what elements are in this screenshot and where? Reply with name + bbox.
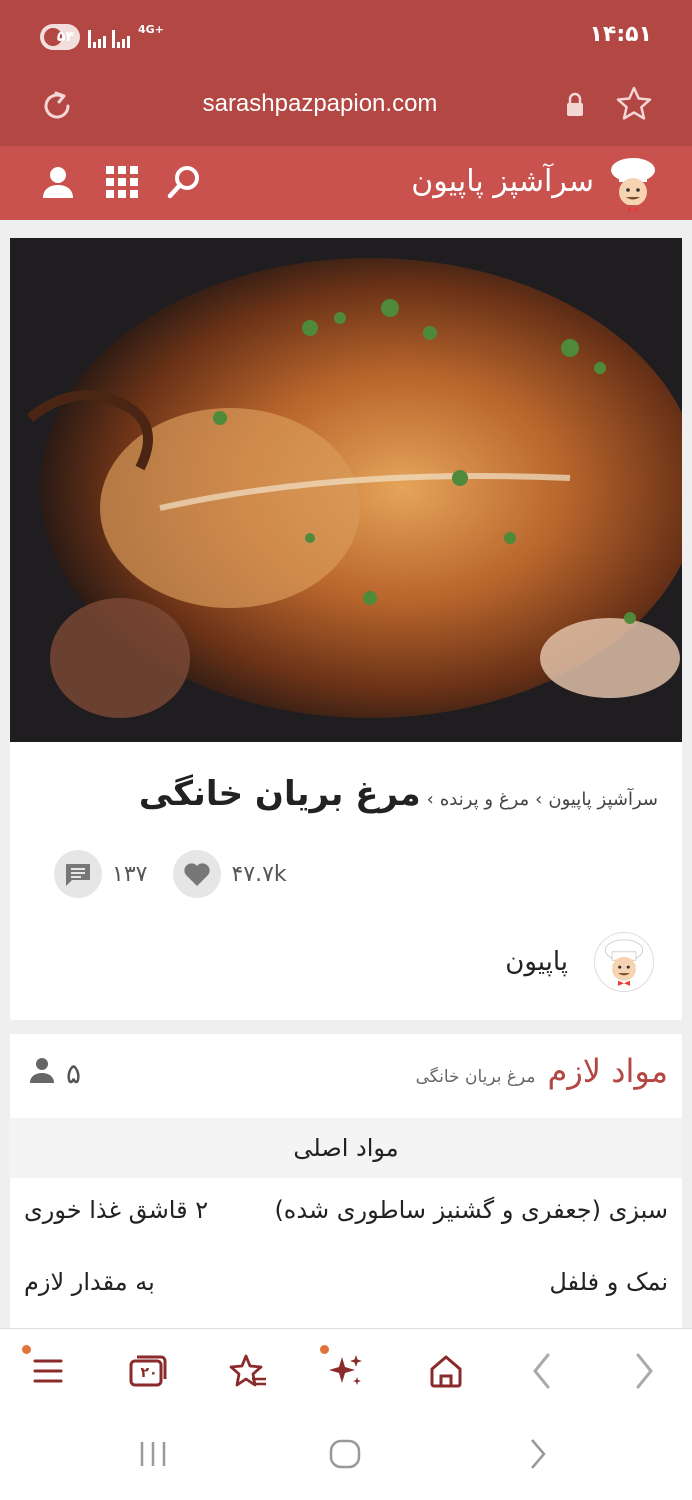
likes-value: ۴۷.۷k (231, 861, 287, 887)
search-icon[interactable] (166, 164, 202, 204)
apps-grid-icon[interactable] (104, 164, 140, 204)
site-header: سرآشپز پاپیون (0, 146, 692, 220)
ingredient-name: نمک و فلفل (549, 1268, 668, 1296)
battery-level: ۵۴ (56, 29, 74, 45)
comments-count[interactable]: ۱۳۷ (54, 850, 147, 898)
forward-chevron-icon[interactable] (624, 1351, 664, 1391)
recipe-card: سرآشپز پاپیون › مرغ و پرنده › مرغ بریان … (10, 238, 682, 1020)
url-text[interactable]: sarashpazpapion.com (150, 90, 490, 118)
author-name[interactable]: پاپیون (505, 947, 568, 977)
network-type: 4G+ (138, 23, 164, 36)
author-avatar[interactable] (594, 932, 654, 992)
browser-url-bar: sarashpazpapion.com (0, 72, 692, 146)
recipe-hero-image[interactable] (10, 238, 682, 742)
servings-count: ۵ (28, 1056, 81, 1091)
back-nav-icon[interactable] (526, 1436, 550, 1476)
breadcrumb: سرآشپز پاپیون › مرغ و پرنده › مرغ بریان … (139, 774, 658, 814)
browser-toolbar: ۲۰ (0, 1328, 692, 1414)
bookmarks-icon[interactable] (228, 1351, 268, 1391)
battery-indicator: ۵۴ (40, 24, 80, 50)
recipe-title: مرغ بریان خانگی (138, 774, 421, 814)
home-icon[interactable] (426, 1351, 466, 1391)
person-icon (28, 1056, 56, 1091)
recipe-author[interactable]: پاپیون (505, 932, 654, 992)
ingredients-heading: مواد لازم (547, 1052, 669, 1090)
user-icon[interactable] (40, 164, 76, 204)
ingredients-subtitle: مرغ بریان خانگی (415, 1067, 536, 1087)
site-title[interactable]: سرآشپز پاپیون (411, 164, 594, 199)
ingredient-name: سبزی (جعفری و گشنیز ساطوری شده) (274, 1196, 668, 1224)
back-chevron-icon[interactable] (522, 1351, 562, 1391)
recents-icon[interactable] (138, 1436, 168, 1476)
breadcrumb-separator: › (535, 789, 543, 810)
ingredients-group-title: مواد اصلی (10, 1118, 682, 1178)
chef-logo-icon[interactable] (606, 156, 660, 216)
sparkle-icon[interactable] (326, 1351, 366, 1391)
signal-icon-2 (112, 26, 130, 48)
breadcrumb-separator: › (426, 789, 434, 810)
home-button-icon[interactable] (328, 1436, 362, 1476)
system-nav-bar (0, 1414, 692, 1500)
menu-icon[interactable] (28, 1351, 68, 1391)
lock-icon[interactable] (564, 92, 586, 122)
status-bar: ۵۴ 4G+ ۱۴:۵۱ (0, 0, 692, 72)
comments-value: ۱۳۷ (112, 861, 148, 887)
notification-dot (22, 1345, 31, 1354)
breadcrumb-category[interactable]: مرغ و پرنده (440, 789, 529, 810)
heart-icon[interactable] (173, 850, 222, 898)
likes-count[interactable]: ۴۷.۷k (173, 850, 287, 898)
ingredient-row: نمک و فلفل به مقدار لازم (24, 1268, 668, 1296)
notification-dot (320, 1345, 329, 1354)
ingredient-row: سبزی (جعفری و گشنیز ساطوری شده) ۲ قاشق غ… (24, 1196, 668, 1224)
ingredient-amount: به مقدار لازم (24, 1268, 155, 1296)
servings-value: ۵ (66, 1057, 82, 1090)
comment-icon[interactable] (54, 850, 102, 898)
reload-icon[interactable] (38, 86, 78, 130)
breadcrumb-home[interactable]: سرآشپز پاپیون (548, 789, 658, 810)
clock: ۱۴:۵۱ (589, 22, 652, 47)
tabs-count: ۲۰ (140, 1365, 158, 1381)
ingredients-card: مواد لازم مرغ بریان خانگی ۵ مواد اصلی سب… (10, 1034, 682, 1334)
ingredient-amount: ۲ قاشق غذا خوری (24, 1196, 209, 1224)
ingredients-header: مواد لازم مرغ بریان خانگی (416, 1052, 668, 1090)
bookmark-star-icon[interactable] (614, 84, 654, 128)
recipe-stats: ۱۳۷ ۴۷.۷k (54, 850, 287, 898)
signal-icon (88, 26, 106, 48)
